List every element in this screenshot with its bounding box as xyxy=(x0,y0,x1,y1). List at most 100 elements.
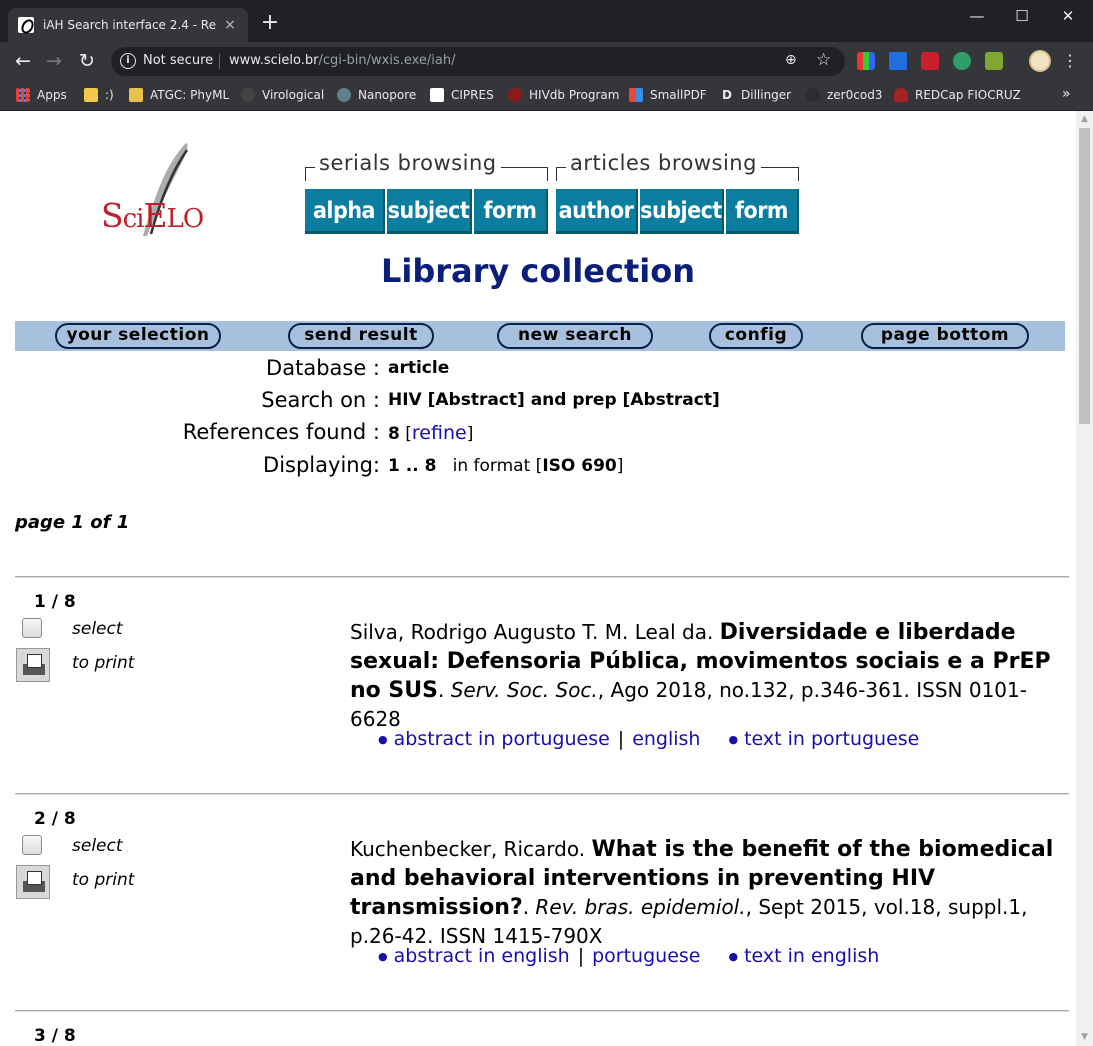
serials-form-button[interactable]: form xyxy=(474,189,548,234)
printer-icon[interactable] xyxy=(16,648,50,682)
folder-icon xyxy=(84,88,98,102)
browser-menu-icon[interactable]: ⋮ xyxy=(1062,51,1078,71)
bookmarks-overflow-icon[interactable]: » xyxy=(1062,86,1071,102)
dillinger-icon: D xyxy=(720,88,734,102)
grammarly-icon[interactable] xyxy=(953,52,971,70)
extension-colorful-icon[interactable] xyxy=(857,52,875,70)
mendeley-icon[interactable] xyxy=(921,52,939,70)
back-arrow-icon[interactable]: ← xyxy=(11,49,35,73)
bookmark-redcap[interactable]: REDCap FIOCRUZ xyxy=(894,86,1021,104)
bookmark-nanopore[interactable]: Nanopore xyxy=(337,86,416,104)
bookmark-smallpdf[interactable]: SmallPDF xyxy=(629,86,707,104)
tab-title: iAH Search interface 2.4 - Results xyxy=(43,18,216,32)
bookmark-smiley[interactable]: :) xyxy=(84,86,114,104)
articles-browsing-label: articles browsing xyxy=(566,151,761,175)
bookmark-apps[interactable]: Apps xyxy=(16,86,67,104)
bookmark-label: Virological xyxy=(262,88,325,102)
abstract-link[interactable]: abstract in portuguese xyxy=(394,728,610,750)
select-label: select xyxy=(72,836,123,856)
vertical-scrollbar[interactable]: ▲ ▼ xyxy=(1076,111,1093,1046)
security-status[interactable]: Not secure xyxy=(143,53,213,68)
refine-bracket-open: [ xyxy=(405,424,412,444)
bookmark-label: :) xyxy=(105,88,114,102)
format-suffix: ] xyxy=(616,456,624,476)
new-search-button[interactable]: new search xyxy=(497,323,653,349)
full-text-link[interactable]: text in portuguese xyxy=(744,728,919,750)
articles-browsing-buttons: author subject form xyxy=(556,189,799,234)
displaying-label: Displaying: xyxy=(263,453,380,477)
bookmark-star-icon[interactable]: ☆ xyxy=(816,50,831,70)
displaying-range: 1 .. 8 xyxy=(388,456,437,476)
bookmark-cipres[interactable]: CIPRES xyxy=(430,86,494,104)
scielo-logo[interactable]: SciELO xyxy=(95,136,215,241)
abstract-link[interactable]: abstract in english xyxy=(394,945,570,967)
bookmark-atgc-phyml[interactable]: ATGC: PhyML xyxy=(129,86,229,104)
omnibox-separator xyxy=(219,54,220,69)
citation: Silva, Rodrigo Augusto T. M. Leal da. Di… xyxy=(350,620,1051,731)
browser-toolbar: ← → ↻ i Not secure www.scielo.br/cgi-bin… xyxy=(0,42,1093,80)
maximize-window-button[interactable]: ☐ xyxy=(999,4,1045,28)
info-icon[interactable]: i xyxy=(120,53,136,69)
bookmark-label: HIVdb Program xyxy=(529,88,620,102)
bookmark-label: Nanopore xyxy=(358,88,417,102)
to-print-label: to print xyxy=(72,870,135,890)
your-selection-button[interactable]: your selection xyxy=(55,323,221,349)
articles-subject-button[interactable]: subject xyxy=(640,189,724,234)
result-index: 1 / 8 xyxy=(34,592,76,612)
bullet-icon: ● xyxy=(378,950,388,963)
zoom-icon[interactable]: ⊕ xyxy=(785,52,797,68)
close-window-button[interactable]: ✕ xyxy=(1045,4,1091,28)
serials-subject-button[interactable]: subject xyxy=(387,189,472,234)
url-text[interactable]: www.scielo.br/cgi-bin/wxis.exe/iah/ xyxy=(229,53,455,68)
profile-avatar[interactable] xyxy=(1029,50,1051,72)
articles-browsing: articles browsing author subject form xyxy=(556,149,799,235)
articles-author-button[interactable]: author xyxy=(556,189,638,234)
config-button[interactable]: config xyxy=(709,323,803,349)
bookmark-dillinger[interactable]: D Dillinger xyxy=(720,86,791,104)
new-tab-button[interactable]: + xyxy=(258,12,282,34)
references-found: 8 [refine] xyxy=(388,422,473,444)
select-checkbox[interactable] xyxy=(22,618,42,638)
references-found-label: References found : xyxy=(182,420,380,444)
minimize-window-button[interactable]: — xyxy=(954,4,1000,28)
result-index: 2 / 8 xyxy=(34,809,76,829)
database-label: Database : xyxy=(266,356,380,380)
scroll-thumb[interactable] xyxy=(1079,128,1090,424)
abstract-alt-language-link[interactable]: english xyxy=(632,728,700,750)
citation-journal: Serv. Soc. Soc. xyxy=(450,678,598,702)
reload-icon[interactable]: ↻ xyxy=(75,49,99,73)
bookmark-zer0cod3[interactable]: zer0cod3 xyxy=(806,86,882,104)
serials-browsing: serials browsing alpha subject form xyxy=(305,149,548,235)
search-on-row: Search on : xyxy=(0,388,380,414)
abstract-alt-language-link[interactable]: portuguese xyxy=(592,945,700,967)
serials-alpha-button[interactable]: alpha xyxy=(305,189,385,234)
bookmark-label: Dillinger xyxy=(741,88,792,102)
scroll-down-arrow-icon[interactable]: ▼ xyxy=(1076,1029,1093,1046)
forward-arrow-icon[interactable]: → xyxy=(42,49,66,73)
address-bar[interactable]: i Not secure www.scielo.br/cgi-bin/wxis.… xyxy=(111,47,845,76)
bookmark-virological[interactable]: Virological xyxy=(241,86,324,104)
bullet-icon: ● xyxy=(378,733,388,746)
page-bottom-button[interactable]: page bottom xyxy=(861,323,1029,349)
articles-form-button[interactable]: form xyxy=(726,189,799,234)
dropbox-icon[interactable] xyxy=(889,52,907,70)
page-viewport: SciELO serials browsing alpha subject fo… xyxy=(0,111,1076,1046)
scroll-up-arrow-icon[interactable]: ▲ xyxy=(1076,111,1093,128)
displaying-row: Displaying: xyxy=(0,453,380,479)
printer-icon[interactable] xyxy=(16,865,50,899)
bookmark-label: zer0cod3 xyxy=(827,88,883,102)
tab-close-icon[interactable]: × xyxy=(222,17,238,33)
tab-strip: iAH Search interface 2.4 - Results × + —… xyxy=(0,0,1093,42)
send-result-button[interactable]: send result xyxy=(288,323,434,349)
refine-link[interactable]: refine xyxy=(412,422,467,444)
full-text-link[interactable]: text in english xyxy=(744,945,879,967)
select-checkbox[interactable] xyxy=(22,835,42,855)
articles-browsing-title: articles browsing xyxy=(556,149,799,181)
link-separator: | xyxy=(577,945,585,967)
active-tab[interactable]: iAH Search interface 2.4 - Results × xyxy=(8,8,248,42)
references-count: 8 xyxy=(388,424,400,444)
smallpdf-icon xyxy=(629,88,643,102)
extension-puzzle-icon[interactable] xyxy=(985,52,1003,70)
bookmark-hivdb[interactable]: HIVdb Program xyxy=(508,86,619,104)
link-separator: | xyxy=(617,728,625,750)
